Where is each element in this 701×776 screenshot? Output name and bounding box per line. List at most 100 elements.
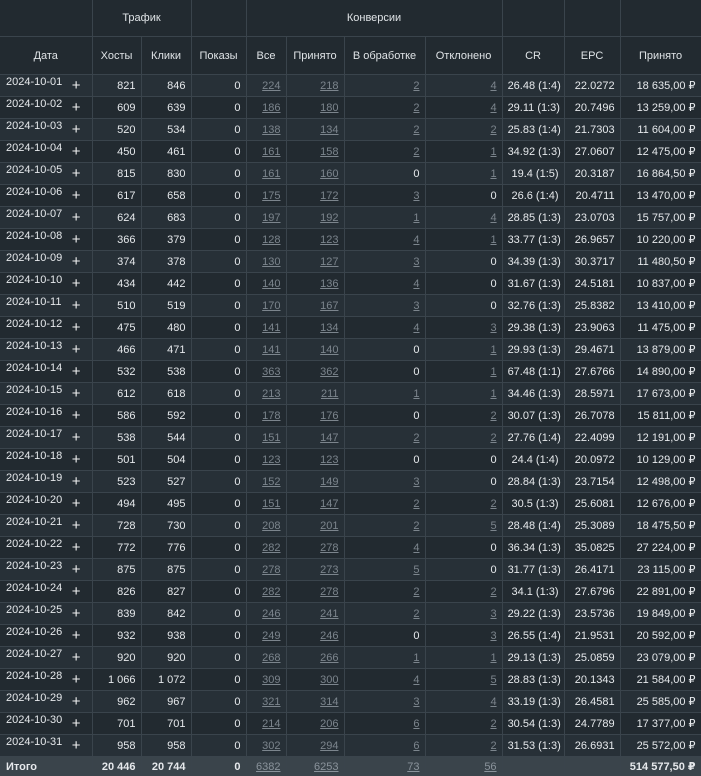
cell-accepted[interactable]: 192 — [286, 207, 344, 229]
plus-icon[interactable]: + — [72, 450, 81, 470]
cell-accepted[interactable]: 273 — [286, 559, 344, 581]
cell-all[interactable]: 214 — [246, 713, 286, 735]
cell-all[interactable]: 268 — [246, 647, 286, 669]
totals-all[interactable]: 6382 — [246, 757, 286, 776]
cell-all-link[interactable]: 268 — [262, 652, 280, 664]
cell-all-link[interactable]: 170 — [262, 300, 280, 312]
cell-accepted-link[interactable]: 149 — [320, 476, 338, 488]
cell-processing-link[interactable]: 1 — [413, 388, 419, 400]
cell-all-link[interactable]: 363 — [262, 366, 280, 378]
col-header-accepted[interactable]: Принято — [286, 37, 344, 75]
cell-processing-link[interactable]: 1 — [413, 212, 419, 224]
col-header-impressions[interactable]: Показы — [191, 37, 246, 75]
cell-accepted[interactable]: 206 — [286, 713, 344, 735]
totals-accepted-link[interactable]: 6253 — [314, 761, 338, 773]
plus-icon[interactable]: + — [72, 472, 81, 492]
totals-processing[interactable]: 73 — [344, 757, 425, 776]
cell-rejected[interactable]: 2 — [425, 581, 502, 603]
cell-rejected-link[interactable]: 4 — [490, 212, 496, 224]
plus-icon[interactable]: + — [72, 208, 81, 228]
cell-processing-link[interactable]: 2 — [413, 80, 419, 92]
plus-icon[interactable]: + — [72, 648, 81, 668]
cell-rejected[interactable]: 1 — [425, 229, 502, 251]
cell-all[interactable]: 175 — [246, 185, 286, 207]
cell-all[interactable]: 213 — [246, 383, 286, 405]
cell-all[interactable]: 282 — [246, 537, 286, 559]
cell-accepted[interactable]: 158 — [286, 141, 344, 163]
cell-accepted[interactable]: 127 — [286, 251, 344, 273]
cell-processing-link[interactable]: 3 — [413, 476, 419, 488]
plus-icon[interactable]: + — [72, 296, 81, 316]
col-header-hosts[interactable]: Хосты — [92, 37, 141, 75]
cell-all-link[interactable]: 161 — [262, 168, 280, 180]
col-header-all[interactable]: Все — [246, 37, 286, 75]
cell-all[interactable]: 197 — [246, 207, 286, 229]
cell-accepted[interactable]: 278 — [286, 537, 344, 559]
cell-rejected-link[interactable]: 2 — [490, 498, 496, 510]
cell-processing[interactable]: 5 — [344, 559, 425, 581]
cell-processing[interactable]: 2 — [344, 75, 425, 97]
cell-all-link[interactable]: 309 — [262, 674, 280, 686]
cell-all[interactable]: 186 — [246, 97, 286, 119]
col-header-cr[interactable]: CR — [502, 37, 564, 75]
cell-all-link[interactable]: 128 — [262, 234, 280, 246]
cell-processing-link[interactable]: 4 — [413, 322, 419, 334]
cell-rejected[interactable]: 2 — [425, 119, 502, 141]
col-header-rejected[interactable]: Отклонено — [425, 37, 502, 75]
cell-processing[interactable]: 2 — [344, 603, 425, 625]
cell-all[interactable]: 130 — [246, 251, 286, 273]
cell-all[interactable]: 249 — [246, 625, 286, 647]
plus-icon[interactable]: + — [72, 76, 81, 96]
totals-accepted[interactable]: 6253 — [286, 757, 344, 776]
cell-processing-link[interactable]: 2 — [413, 102, 419, 114]
cell-processing-link[interactable]: 2 — [413, 146, 419, 158]
cell-rejected[interactable]: 1 — [425, 141, 502, 163]
cell-processing[interactable]: 3 — [344, 471, 425, 493]
cell-rejected[interactable]: 3 — [425, 317, 502, 339]
plus-icon[interactable]: + — [72, 538, 81, 558]
cell-processing-link[interactable]: 6 — [413, 718, 419, 730]
col-header-date[interactable]: Дата — [0, 37, 92, 75]
cell-processing[interactable]: 3 — [344, 691, 425, 713]
cell-accepted-link[interactable]: 136 — [320, 278, 338, 290]
plus-icon[interactable]: + — [72, 582, 81, 602]
cell-accepted[interactable]: 241 — [286, 603, 344, 625]
cell-processing[interactable]: 4 — [344, 229, 425, 251]
cell-processing[interactable]: 2 — [344, 581, 425, 603]
cell-all-link[interactable]: 141 — [262, 344, 280, 356]
plus-icon[interactable]: + — [72, 362, 81, 382]
cell-all[interactable]: 151 — [246, 427, 286, 449]
cell-all-link[interactable]: 321 — [262, 696, 280, 708]
cell-rejected[interactable]: 2 — [425, 493, 502, 515]
cell-all-link[interactable]: 140 — [262, 278, 280, 290]
cell-accepted-link[interactable]: 246 — [320, 630, 338, 642]
col-header-epc[interactable]: EPC — [564, 37, 620, 75]
cell-accepted[interactable]: 134 — [286, 317, 344, 339]
cell-accepted[interactable]: 314 — [286, 691, 344, 713]
cell-processing-link[interactable]: 2 — [413, 586, 419, 598]
cell-accepted-link[interactable]: 362 — [320, 366, 338, 378]
cell-rejected-link[interactable]: 4 — [490, 80, 496, 92]
cell-processing-link[interactable]: 4 — [413, 674, 419, 686]
cell-rejected[interactable]: 4 — [425, 75, 502, 97]
cell-accepted-link[interactable]: 278 — [320, 586, 338, 598]
cell-all[interactable]: 309 — [246, 669, 286, 691]
col-header-accepted-revenue[interactable]: Принято — [620, 37, 701, 75]
cell-processing[interactable]: 2 — [344, 141, 425, 163]
cell-accepted[interactable]: 246 — [286, 625, 344, 647]
cell-all[interactable]: 208 — [246, 515, 286, 537]
cell-processing[interactable]: 2 — [344, 119, 425, 141]
cell-processing-link[interactable]: 1 — [413, 652, 419, 664]
cell-rejected-link[interactable]: 2 — [490, 432, 496, 444]
cell-rejected[interactable]: 5 — [425, 515, 502, 537]
plus-icon[interactable]: + — [72, 164, 81, 184]
cell-accepted[interactable]: 147 — [286, 493, 344, 515]
cell-accepted-link[interactable]: 160 — [320, 168, 338, 180]
cell-accepted[interactable]: 278 — [286, 581, 344, 603]
cell-accepted-link[interactable]: 172 — [320, 190, 338, 202]
cell-all-link[interactable]: 282 — [262, 586, 280, 598]
cell-all-link[interactable]: 224 — [262, 80, 280, 92]
cell-accepted-link[interactable]: 192 — [320, 212, 338, 224]
cell-accepted-link[interactable]: 123 — [320, 234, 338, 246]
cell-all[interactable]: 178 — [246, 405, 286, 427]
